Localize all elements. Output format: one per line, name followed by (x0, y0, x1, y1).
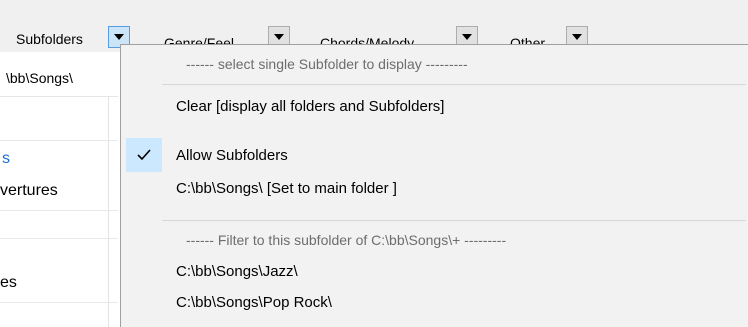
row-divider (0, 140, 118, 141)
check-gutter-highlight (126, 138, 162, 172)
triangle-down-icon (462, 34, 472, 40)
list-item[interactable]: s (2, 150, 10, 168)
row-divider (0, 302, 118, 303)
menu-item-clear[interactable]: Clear [display all folders and Subfolder… (176, 98, 444, 116)
list-item[interactable]: es (0, 274, 17, 292)
menu-separator (162, 84, 746, 85)
column-divider (108, 96, 109, 327)
row-divider (0, 210, 118, 211)
triangle-down-icon (572, 34, 582, 40)
menu-separator (162, 220, 746, 221)
list-item[interactable]: vertures (0, 182, 58, 200)
triangle-down-icon (274, 34, 284, 40)
row-divider (0, 238, 118, 239)
menu-item-set-main-folder[interactable]: C:\bb\Songs\ [Set to main folder ] (176, 180, 397, 198)
menu-header-filter-subfolder: ------ Filter to this subfolder of C:\bb… (186, 232, 507, 248)
menu-item-pop-rock[interactable]: C:\bb\Songs\Pop Rock\ (176, 294, 332, 312)
menu-item-allow-subfolders[interactable]: Allow Subfolders (176, 147, 288, 165)
song-list[interactable] (0, 96, 120, 327)
triangle-down-icon (114, 34, 124, 40)
folder-path-text: \bb\Songs\ (6, 70, 73, 86)
subfolders-label: Subfolders (16, 31, 83, 47)
check-icon (137, 149, 151, 161)
menu-header-select-subfolder: ------ select single Subfolder to displa… (186, 56, 468, 72)
menu-item-jazz[interactable]: C:\bb\Songs\Jazz\ (176, 263, 298, 281)
